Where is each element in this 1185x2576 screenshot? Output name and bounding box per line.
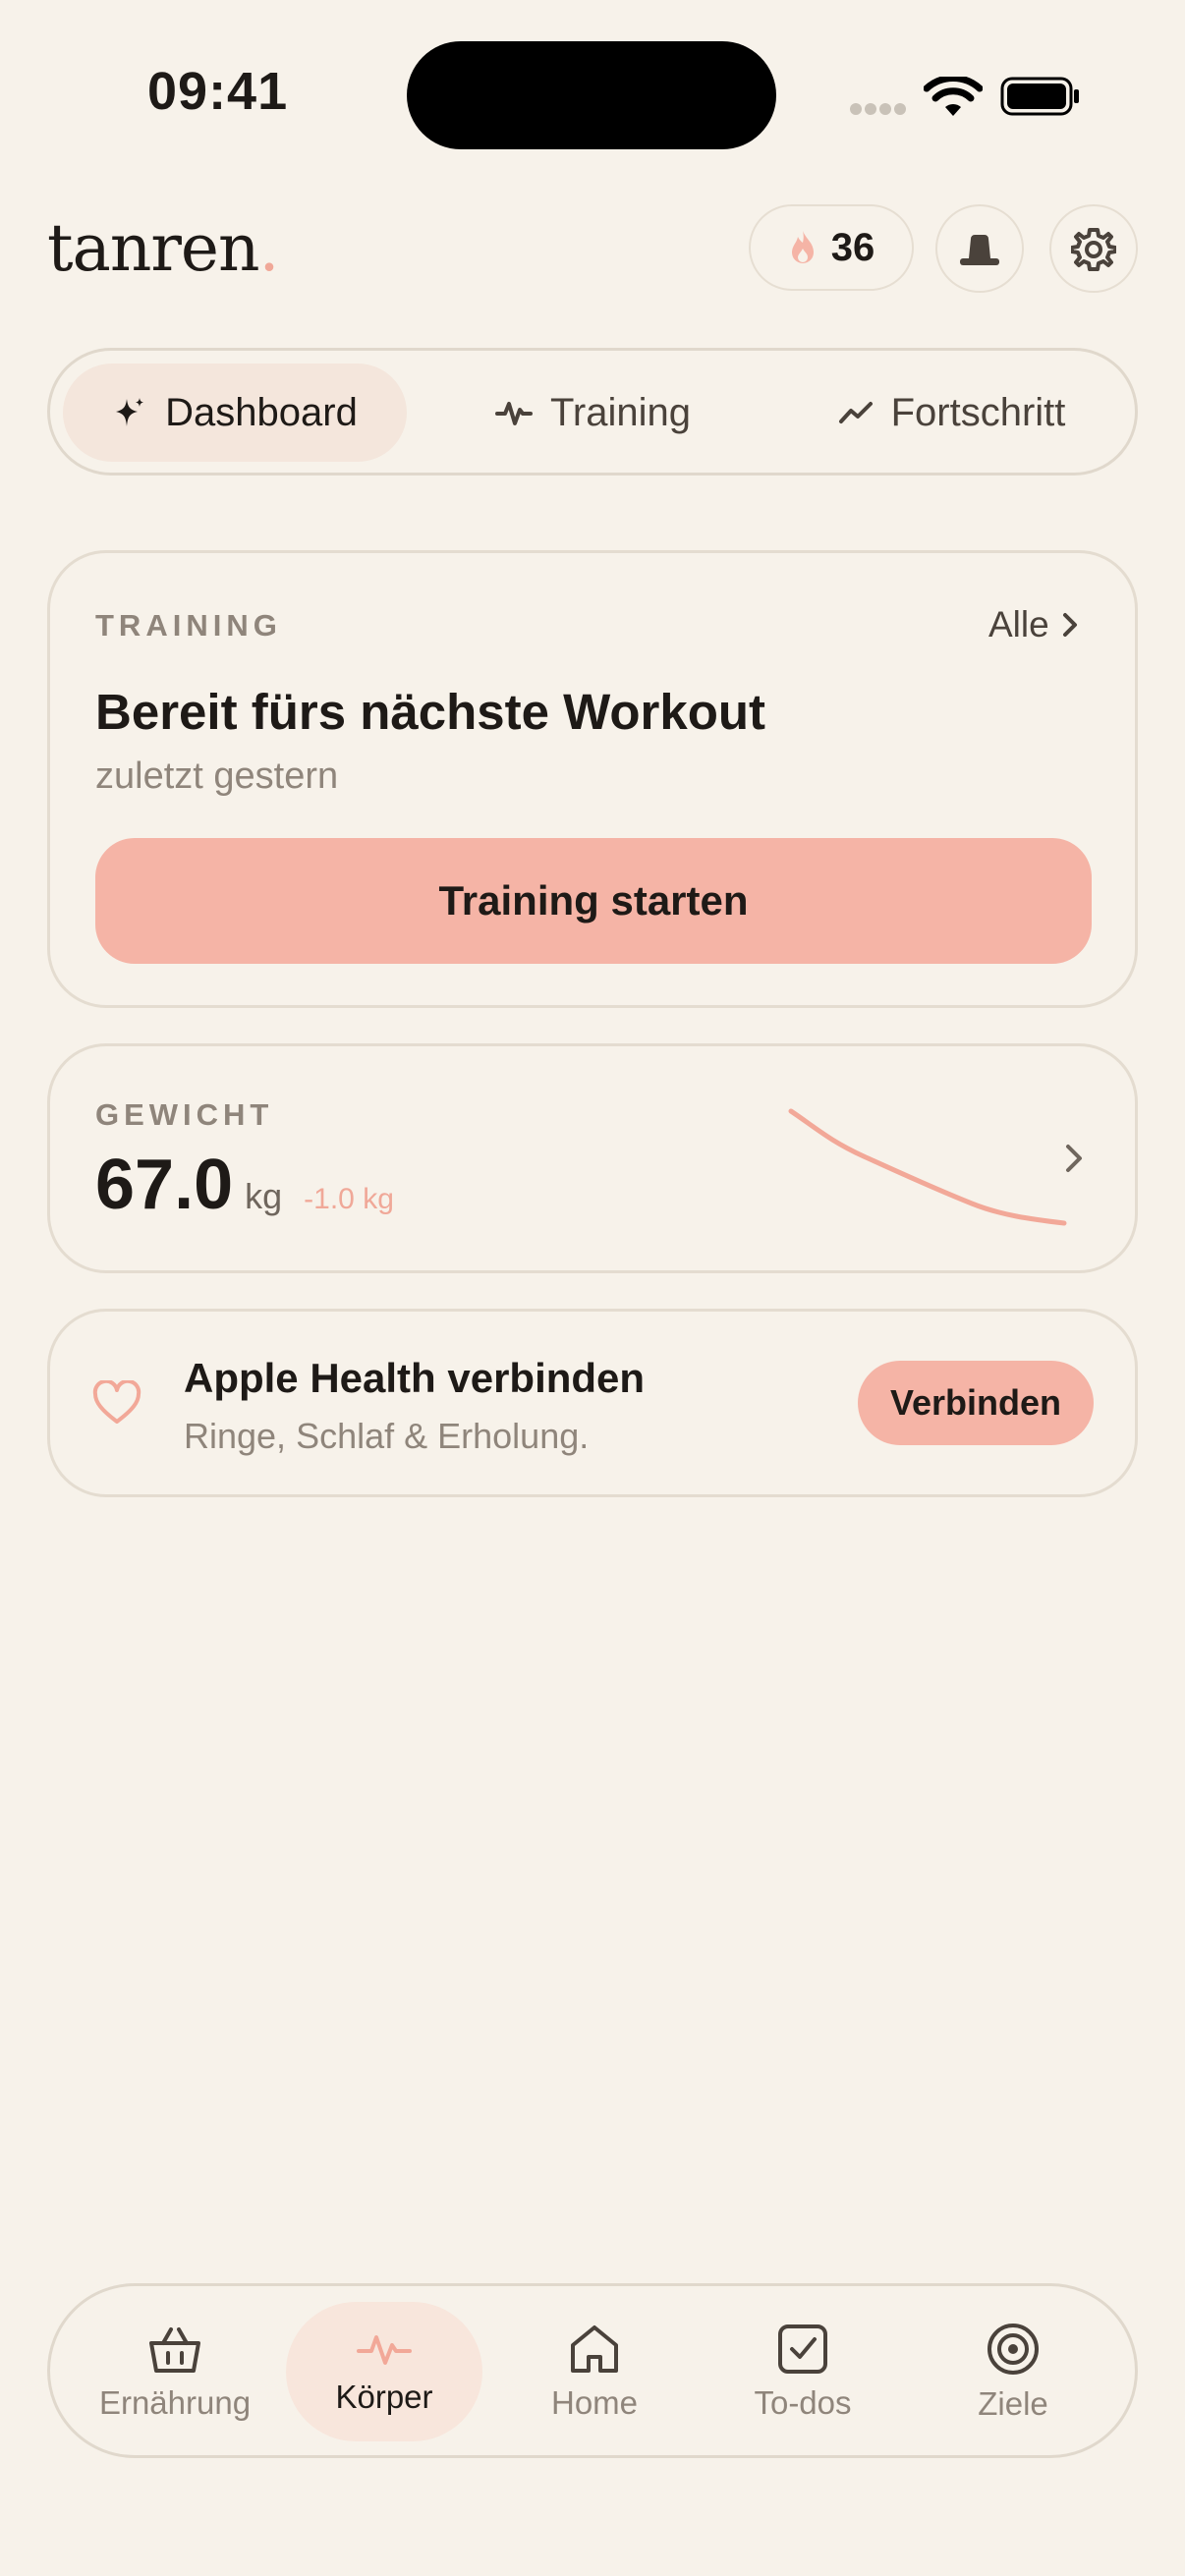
sparkle-icon xyxy=(116,398,144,426)
nav-label-goals: Ziele xyxy=(978,2385,1048,2422)
pulse-icon xyxy=(357,2335,412,2365)
nav-item-goals[interactable]: Ziele xyxy=(915,2302,1111,2441)
chevron-right-icon xyxy=(1062,613,1077,637)
segmented-tabs: Dashboard Training Fortschritt xyxy=(47,348,1138,476)
gear-icon xyxy=(1071,228,1116,271)
app-logo: tanren. xyxy=(47,210,280,286)
training-all-link-label: Alle xyxy=(988,604,1049,644)
tab-dashboard-label: Dashboard xyxy=(165,390,358,434)
training-subtitle: zuletzt gestern xyxy=(95,756,339,797)
target-icon xyxy=(988,2324,1039,2375)
training-title: Bereit fürs nächste Workout xyxy=(95,684,766,740)
logo-dot: . xyxy=(258,210,280,286)
status-time: 09:41 xyxy=(147,62,289,121)
chevron-right-icon xyxy=(1066,1145,1082,1172)
settings-button[interactable] xyxy=(1049,204,1138,293)
dynamic-island xyxy=(407,41,776,149)
apple-health-subtitle: Ringe, Schlaf & Erholung. xyxy=(184,1416,590,1456)
profile-button[interactable] xyxy=(935,204,1024,293)
nav-label-home: Home xyxy=(550,2384,639,2421)
nav-label-nutrition: Ernährung xyxy=(98,2384,252,2421)
heart-icon xyxy=(92,1380,141,1424)
bottom-navigation: Ernährung Körper Home To-dos Ziele xyxy=(47,2283,1138,2458)
streak-badge[interactable]: 36 xyxy=(749,204,914,291)
streak-count: 36 xyxy=(830,225,875,269)
tab-training-label: Training xyxy=(549,390,692,434)
tab-dashboard[interactable]: Dashboard xyxy=(63,364,407,462)
weight-card[interactable]: GEWICHT 67.0 kg -1.0 kg xyxy=(47,1043,1138,1273)
trend-up-icon xyxy=(838,402,873,423)
tab-training[interactable]: Training xyxy=(423,364,762,462)
checkbox-icon xyxy=(778,2324,827,2374)
start-training-button[interactable]: Training starten xyxy=(95,838,1092,964)
nav-label-todos: To-dos xyxy=(754,2384,852,2421)
logo-text: tanren xyxy=(47,210,259,286)
training-card: TRAINING Alle Bereit fürs nächste Workou… xyxy=(47,550,1138,1008)
nav-item-body[interactable]: Körper xyxy=(286,2302,482,2441)
home-icon xyxy=(571,2325,618,2373)
pulse-icon xyxy=(494,402,533,425)
weight-value: 67.0 xyxy=(95,1146,234,1224)
tab-progress[interactable]: Fortschritt xyxy=(777,364,1126,462)
cellular-signal-icon xyxy=(850,103,906,115)
nav-item-home[interactable]: Home xyxy=(496,2302,693,2441)
tab-progress-label: Fortschritt xyxy=(890,390,1066,434)
nav-item-nutrition[interactable]: Ernährung xyxy=(77,2302,273,2441)
apple-health-card: Apple Health verbinden Ringe, Schlaf & E… xyxy=(47,1309,1138,1497)
nav-label-body: Körper xyxy=(335,2379,433,2415)
training-card-label: TRAINING xyxy=(95,608,282,643)
battery-icon xyxy=(1000,77,1079,116)
weight-unit: kg xyxy=(245,1176,283,1216)
weight-reading: 67.0 kg -1.0 kg xyxy=(95,1145,394,1225)
apple-health-title: Apple Health verbinden xyxy=(184,1355,646,1401)
hat-icon xyxy=(960,235,999,265)
basket-icon xyxy=(149,2327,200,2373)
flame-icon xyxy=(791,231,814,263)
weight-delta: -1.0 kg xyxy=(304,1183,394,1215)
wifi-icon xyxy=(924,77,983,116)
weight-trend-sparkline xyxy=(788,1108,1067,1226)
training-all-link[interactable]: Alle xyxy=(988,604,1079,645)
nav-item-todos[interactable]: To-dos xyxy=(705,2302,901,2441)
weight-card-label: GEWICHT xyxy=(95,1097,274,1132)
connect-button[interactable]: Verbinden xyxy=(858,1361,1094,1445)
